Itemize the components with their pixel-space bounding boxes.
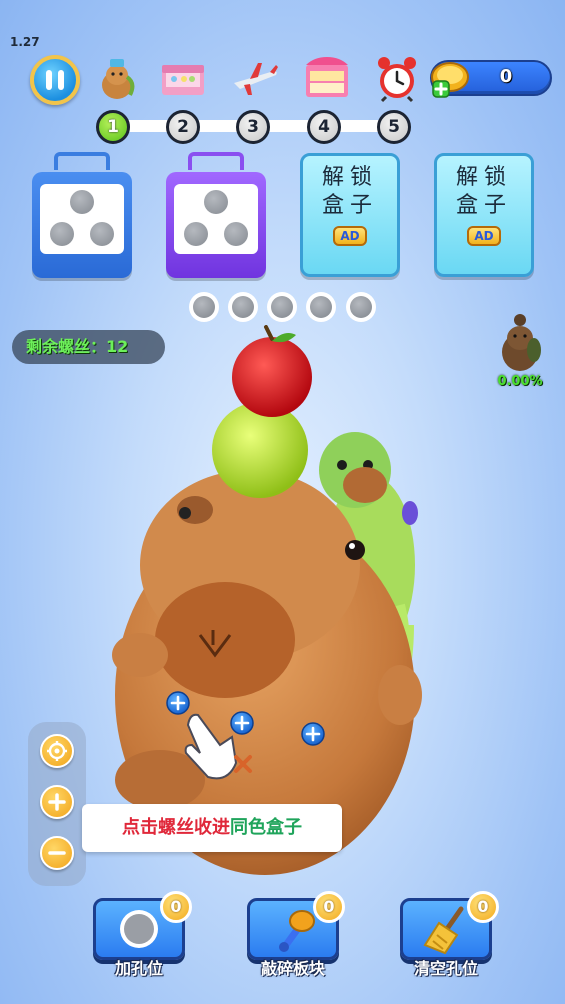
smash-board-count: 0 [313,891,345,923]
pause-button[interactable] [30,55,80,105]
gift-box-icon [162,65,204,95]
ad-icon: AD [333,226,367,246]
completion-percent: 0.00% [497,374,543,389]
coin-count: 0 [499,66,513,87]
tutorial-tip: 点击螺丝收进同色盒子 [82,804,342,852]
crosshair-icon [47,741,67,761]
buffer-slot-1 [189,292,219,322]
zoom-in-button[interactable] [40,785,74,819]
progress-step-3: 3 [236,110,270,144]
box-hole [50,222,74,246]
shop-stall-icon [306,57,348,97]
progress-step-5: 5 [377,110,411,144]
recenter-button[interactable] [40,734,74,768]
unlock-box-button-1[interactable]: 解锁 盒子 AD [300,153,400,277]
capybara-icon [102,59,135,99]
add-hole-label: 加孔位 [114,959,163,978]
zoom-out-button[interactable] [40,836,74,870]
coin-add-icon[interactable] [428,57,470,99]
buffer-slot-5 [346,292,376,322]
alarm-clock-icon [378,57,416,103]
unlock-label: 盒子 [455,193,512,218]
box-hole [224,222,248,246]
buffer-slot-2 [228,292,258,322]
screw-box-purple [166,150,266,278]
minus-icon [48,851,66,855]
unlock-box-button-2[interactable]: 解锁 盒子 AD [434,153,534,277]
progress-step-1: 1 [96,110,130,144]
blue-screw [230,711,254,735]
box-hole [90,222,114,246]
capybara-progress-icon [502,314,541,371]
blue-screw [301,722,325,746]
box-hole [70,190,94,214]
unlock-label: 解锁 [321,165,378,190]
progress-step-4: 4 [307,110,341,144]
box-hole [184,222,208,246]
screw-box-blue [32,150,132,278]
clear-holes-count: 0 [467,891,499,923]
airplane-icon [234,63,278,95]
capybara-puzzle-scene [112,325,422,875]
clear-holes-label: 清空孔位 [413,959,478,978]
version-label: 1.27 [10,35,40,49]
unlock-label: 解锁 [455,165,512,190]
unlock-label: 盒子 [321,193,378,218]
blue-screw [166,691,190,715]
ad-icon: AD [467,226,501,246]
tip-text-green: 同色盒子 [230,817,302,838]
buffer-slot-3 [267,292,297,322]
progress-step-2: 2 [166,110,200,144]
buffer-slot-4 [306,292,336,322]
tip-text-red: 点击螺丝收进 [122,817,230,838]
box-hole [204,190,228,214]
plus-icon [48,793,66,811]
add-hole-count: 0 [160,891,192,923]
smash-board-label: 敲碎板块 [260,959,325,978]
